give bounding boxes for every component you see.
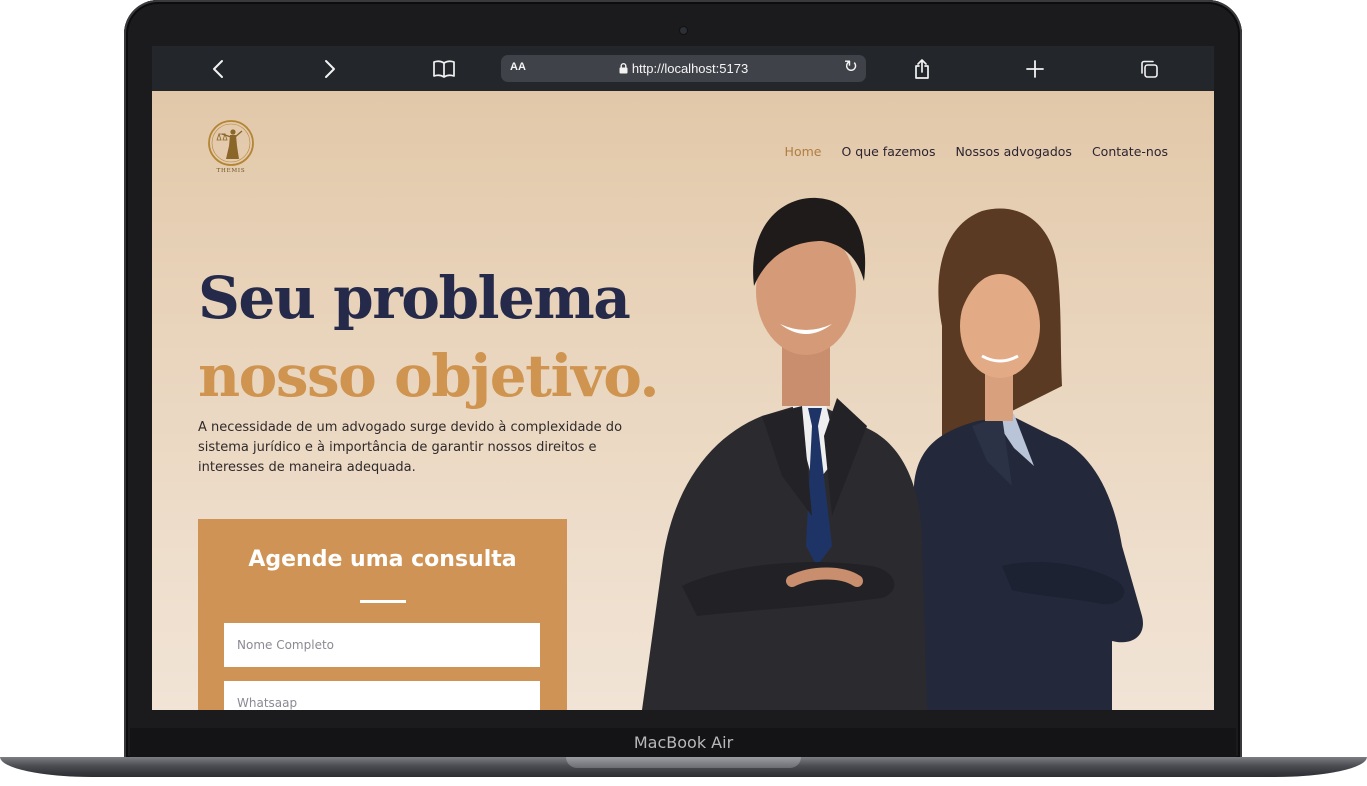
tabs-icon[interactable] [1129,46,1169,91]
book-icon[interactable] [424,46,464,91]
laptop-notch [566,757,801,768]
back-icon[interactable] [198,46,238,91]
appointment-form: Agende uma consulta [198,519,567,710]
lawyers-photo [642,197,1143,710]
lock-icon [619,63,628,74]
camera-icon [680,27,687,34]
form-divider [360,600,406,603]
device-label: MacBook Air [633,733,734,752]
whatsapp-input[interactable] [224,681,540,710]
website-page: THEMIS Home O que fazemos Nossos advogad… [152,91,1214,710]
screen: AA http://localhost:5173 ↻ THEMIS Home O… [152,46,1214,710]
reload-icon[interactable]: ↻ [844,57,858,77]
url-display[interactable]: http://localhost:5173 [501,61,866,76]
hero-title: Seu problema nosso objetivo. [198,259,660,415]
url-text: http://localhost:5173 [631,61,749,76]
share-icon[interactable] [902,46,942,91]
new-tab-icon[interactable] [1015,46,1055,91]
hero-title-line1: Seu problema [198,264,631,332]
forward-icon[interactable] [310,46,350,91]
browser-toolbar: AA http://localhost:5173 ↻ [152,46,1214,91]
nav-o-que-fazemos[interactable]: O que fazemos [841,144,935,159]
svg-text:THEMIS: THEMIS [217,168,246,174]
hero-description: A necessidade de um advogado surge devid… [198,420,623,475]
nav-home[interactable]: Home [785,144,822,159]
nav-nossos-advogados[interactable]: Nossos advogados [955,144,1072,159]
form-title: Agende uma consulta [248,547,517,572]
full-name-input[interactable] [224,623,540,667]
address-bar[interactable]: AA http://localhost:5173 ↻ [501,55,866,82]
nav-contate-nos[interactable]: Contate-nos [1092,144,1168,159]
main-nav: Home O que fazemos Nossos advogados Cont… [785,144,1168,159]
themis-logo[interactable]: THEMIS [206,119,256,179]
hero-title-line2: nosso objetivo. [198,342,660,410]
